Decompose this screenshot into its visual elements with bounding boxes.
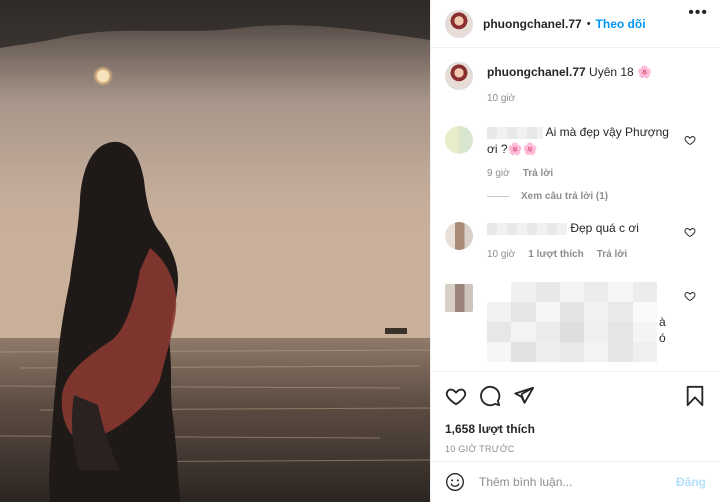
author-avatar[interactable] bbox=[445, 9, 473, 38]
commenter-name-blurred[interactable] bbox=[487, 126, 543, 139]
comment-time[interactable]: 10 giờ bbox=[487, 249, 515, 260]
comment-likes[interactable]: 1 lượt thích bbox=[528, 249, 583, 260]
commenter-avatar-blurred[interactable] bbox=[445, 284, 473, 312]
comment-text-cont: ơi ?🌸🌸 bbox=[487, 142, 538, 156]
share-send-icon[interactable] bbox=[513, 385, 535, 407]
post-comment-button[interactable]: Đăng bbox=[676, 475, 706, 489]
comments-list[interactable]: phuongchanel.77 Uyên 18 🌸 10 giờ Ai mà đ… bbox=[431, 48, 720, 370]
emoji-icon[interactable] bbox=[445, 472, 465, 492]
caption-avatar[interactable] bbox=[445, 62, 473, 90]
comment-text-fragment: à bbox=[659, 315, 666, 329]
post-side-panel: phuongchanel.77 • Theo dõi ••• phuongcha… bbox=[430, 0, 720, 502]
comment-text: Ai mà đẹp vậy Phượng bbox=[545, 125, 669, 139]
view-replies-button[interactable]: Xem câu trả lời (1) bbox=[487, 191, 706, 202]
comment-row: Ai mà đẹp vậy Phượng ơi ?🌸🌸 9 giờ Trả lờ… bbox=[445, 124, 706, 220]
more-options-icon[interactable]: ••• bbox=[688, 4, 708, 22]
replies-divider bbox=[487, 196, 509, 197]
comment-text-blurred bbox=[487, 282, 657, 362]
post-header: phuongchanel.77 • Theo dõi ••• bbox=[431, 0, 720, 48]
like-heart-icon[interactable] bbox=[445, 385, 467, 407]
like-comment-heart-icon[interactable] bbox=[684, 290, 696, 302]
comment-text: Đẹp quá c ơi bbox=[570, 221, 639, 235]
caption-text: Uyên 18 🌸 bbox=[589, 65, 653, 79]
like-comment-heart-icon[interactable] bbox=[684, 134, 696, 146]
save-bookmark-icon[interactable] bbox=[684, 385, 706, 407]
header-separator: • bbox=[586, 17, 591, 30]
caption-username[interactable]: phuongchanel.77 bbox=[487, 65, 586, 79]
follow-button[interactable]: Theo dõi bbox=[596, 17, 646, 31]
reply-button[interactable]: Trả lời bbox=[597, 249, 627, 260]
commenter-avatar-blurred[interactable] bbox=[445, 126, 473, 154]
post-actions: 1,658 lượt thích 10 GIỜ TRƯỚC bbox=[431, 371, 720, 461]
comment-time[interactable]: 9 giờ bbox=[487, 168, 510, 179]
post-timestamp[interactable]: 10 GIỜ TRƯỚC bbox=[445, 444, 706, 454]
commenter-avatar-blurred[interactable] bbox=[445, 222, 473, 250]
comment-row: à ó bbox=[445, 282, 706, 370]
beach-silhouette-image bbox=[0, 0, 430, 502]
comment-bubble-icon[interactable] bbox=[479, 385, 501, 407]
like-comment-heart-icon[interactable] bbox=[684, 226, 696, 238]
comment-row: Đẹp quá c ơi 10 giờ 1 lượt thích Trả lời bbox=[445, 220, 706, 282]
commenter-name-blurred[interactable] bbox=[487, 222, 567, 235]
comment-input[interactable] bbox=[479, 475, 676, 489]
caption-time[interactable]: 10 giờ bbox=[487, 93, 515, 104]
author-username[interactable]: phuongchanel.77 bbox=[483, 17, 582, 31]
reply-button[interactable]: Trả lời bbox=[523, 168, 553, 179]
comment-composer: Đăng bbox=[431, 461, 720, 502]
post-photo[interactable] bbox=[0, 0, 430, 502]
caption-row: phuongchanel.77 Uyên 18 🌸 10 giờ bbox=[445, 60, 706, 124]
view-replies-label: Xem câu trả lời (1) bbox=[521, 191, 609, 202]
likes-count[interactable]: 1,658 lượt thích bbox=[445, 422, 706, 436]
comment-text-fragment-2: ó bbox=[659, 331, 666, 345]
